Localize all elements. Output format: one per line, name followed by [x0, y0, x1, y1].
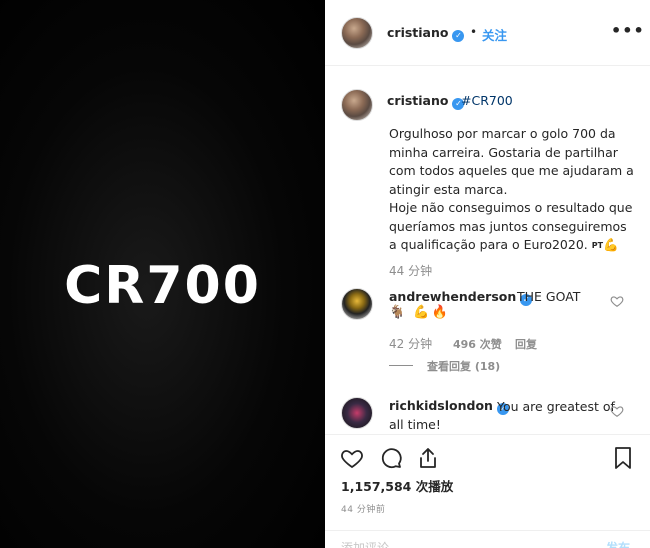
comment-username-text: andrewhenderson — [389, 289, 517, 304]
media-title-text: CR700 — [64, 256, 261, 316]
caption-paragraph-1: Orgulhoso por marcar o golo 700 da minha… — [389, 126, 634, 197]
post-timestamp[interactable]: 44 分钟前 — [341, 502, 385, 515]
flag-label: PT — [591, 241, 604, 250]
like-heart-icon[interactable] — [340, 446, 364, 470]
view-count[interactable]: 1,157,584 次播放 — [341, 476, 453, 495]
add-comment-bar: 添加评论... 发布 — [325, 530, 650, 548]
reply-button[interactable]: 回复 — [515, 336, 537, 352]
flexed-biceps-icon: 💪 — [603, 237, 619, 252]
comment-likes-count[interactable]: 496 次赞 — [453, 336, 502, 352]
post-side-panel: cristiano ✓ • 关注 ••• cristiano ✓ #CR700 Or… — [325, 0, 650, 548]
commenter-avatar[interactable] — [341, 288, 373, 320]
comment-username[interactable]: andrewhenderson ✓ — [389, 289, 533, 306]
caption-text: Orgulhoso por marcar o golo 700 da minha… — [389, 125, 634, 256]
comment-text: THE GOAT — [517, 289, 581, 304]
more-options-icon[interactable]: ••• — [611, 21, 645, 40]
post-comment-button[interactable]: 发布 — [606, 539, 630, 548]
post-media[interactable]: CR700 — [0, 0, 325, 548]
comments-section[interactable]: cristiano ✓ #CR700 Orgulhoso por marcar o… — [325, 67, 650, 434]
author-username[interactable]: cristiano ✓ — [387, 25, 465, 42]
follow-button[interactable]: 关注 — [482, 25, 507, 44]
author-username-text: cristiano — [387, 25, 449, 40]
save-bookmark-icon[interactable] — [611, 446, 635, 470]
view-replies-button[interactable]: 查看回复 (18) — [389, 358, 500, 374]
view-replies-label: 查看回复 (18) — [427, 360, 501, 373]
post-actions-bar — [325, 434, 650, 474]
add-comment-input[interactable]: 添加评论... — [341, 539, 400, 548]
comment-emoji: 🐐 💪🔥 — [389, 305, 450, 320]
comment-timestamp[interactable]: 42 分钟 — [389, 335, 432, 352]
replies-divider-line — [389, 365, 413, 366]
caption-username[interactable]: cristiano ✓ — [387, 93, 465, 110]
caption-avatar[interactable] — [341, 89, 373, 121]
caption-paragraph-2: Hoje não conseguimos o resultado que que… — [389, 199, 634, 256]
caption-hashtag-link[interactable]: #CR700 — [461, 93, 513, 108]
post-header: cristiano ✓ • 关注 ••• — [325, 0, 650, 66]
caption-username-text: cristiano — [387, 93, 449, 108]
caption-timestamp[interactable]: 44 分钟 — [389, 262, 432, 279]
header-separator: • — [470, 25, 478, 39]
verified-badge-icon: ✓ — [452, 30, 465, 42]
commenter-avatar[interactable] — [341, 397, 373, 429]
share-icon[interactable] — [416, 446, 440, 470]
author-avatar[interactable] — [341, 17, 373, 49]
like-comment-heart-icon[interactable] — [610, 294, 624, 308]
comment-text: You are greatest of all time! — [389, 399, 615, 432]
like-comment-heart-icon[interactable] — [610, 404, 624, 418]
comment-bubble-icon[interactable] — [379, 446, 403, 470]
